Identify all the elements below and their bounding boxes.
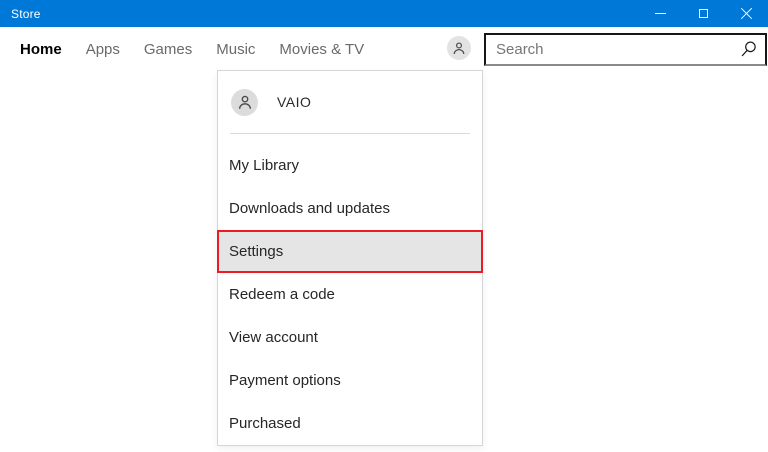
account-header[interactable]: VAIO — [218, 71, 482, 133]
menu-item-redeem-a-code[interactable]: Redeem a code — [218, 273, 482, 316]
nav-item-music[interactable]: Music — [216, 41, 255, 58]
minimize-button[interactable] — [639, 0, 682, 27]
window-title: Store — [11, 6, 41, 21]
menu-item-payment-options[interactable]: Payment options — [218, 359, 482, 402]
person-icon — [236, 93, 254, 111]
menu-divider — [230, 133, 470, 134]
magnifier-icon — [738, 39, 759, 60]
store-app-window: Store Home Apps Games Music Movies & TV — [0, 0, 768, 452]
menu-item-view-account[interactable]: View account — [218, 316, 482, 359]
maximize-button[interactable] — [682, 0, 725, 27]
nav-item-home[interactable]: Home — [20, 41, 62, 58]
search-input[interactable] — [486, 35, 731, 64]
close-icon — [740, 7, 753, 20]
person-icon — [451, 40, 467, 56]
maximize-icon — [699, 9, 708, 18]
account-menu-list: My Library Downloads and updates Setting… — [217, 144, 483, 445]
avatar — [231, 88, 258, 116]
menu-item-settings[interactable]: Settings — [217, 230, 483, 273]
nav-item-apps[interactable]: Apps — [86, 41, 120, 58]
menu-item-downloads-and-updates[interactable]: Downloads and updates — [218, 187, 482, 230]
nav-item-games[interactable]: Games — [144, 41, 192, 58]
account-button[interactable] — [447, 36, 471, 60]
menu-item-my-library[interactable]: My Library — [218, 144, 482, 187]
search-box — [484, 33, 767, 66]
window-controls — [639, 0, 768, 27]
search-submit-button[interactable] — [731, 35, 765, 64]
minimize-icon — [655, 13, 666, 14]
close-button[interactable] — [725, 0, 768, 27]
titlebar: Store — [0, 0, 768, 27]
navbar: Home Apps Games Music Movies & TV — [0, 27, 768, 71]
account-dropdown-menu: VAIO My Library Downloads and updates Se… — [217, 70, 483, 446]
menu-item-purchased[interactable]: Purchased — [218, 402, 482, 445]
account-username: VAIO — [277, 94, 312, 110]
nav-item-movies-tv[interactable]: Movies & TV — [279, 41, 364, 58]
